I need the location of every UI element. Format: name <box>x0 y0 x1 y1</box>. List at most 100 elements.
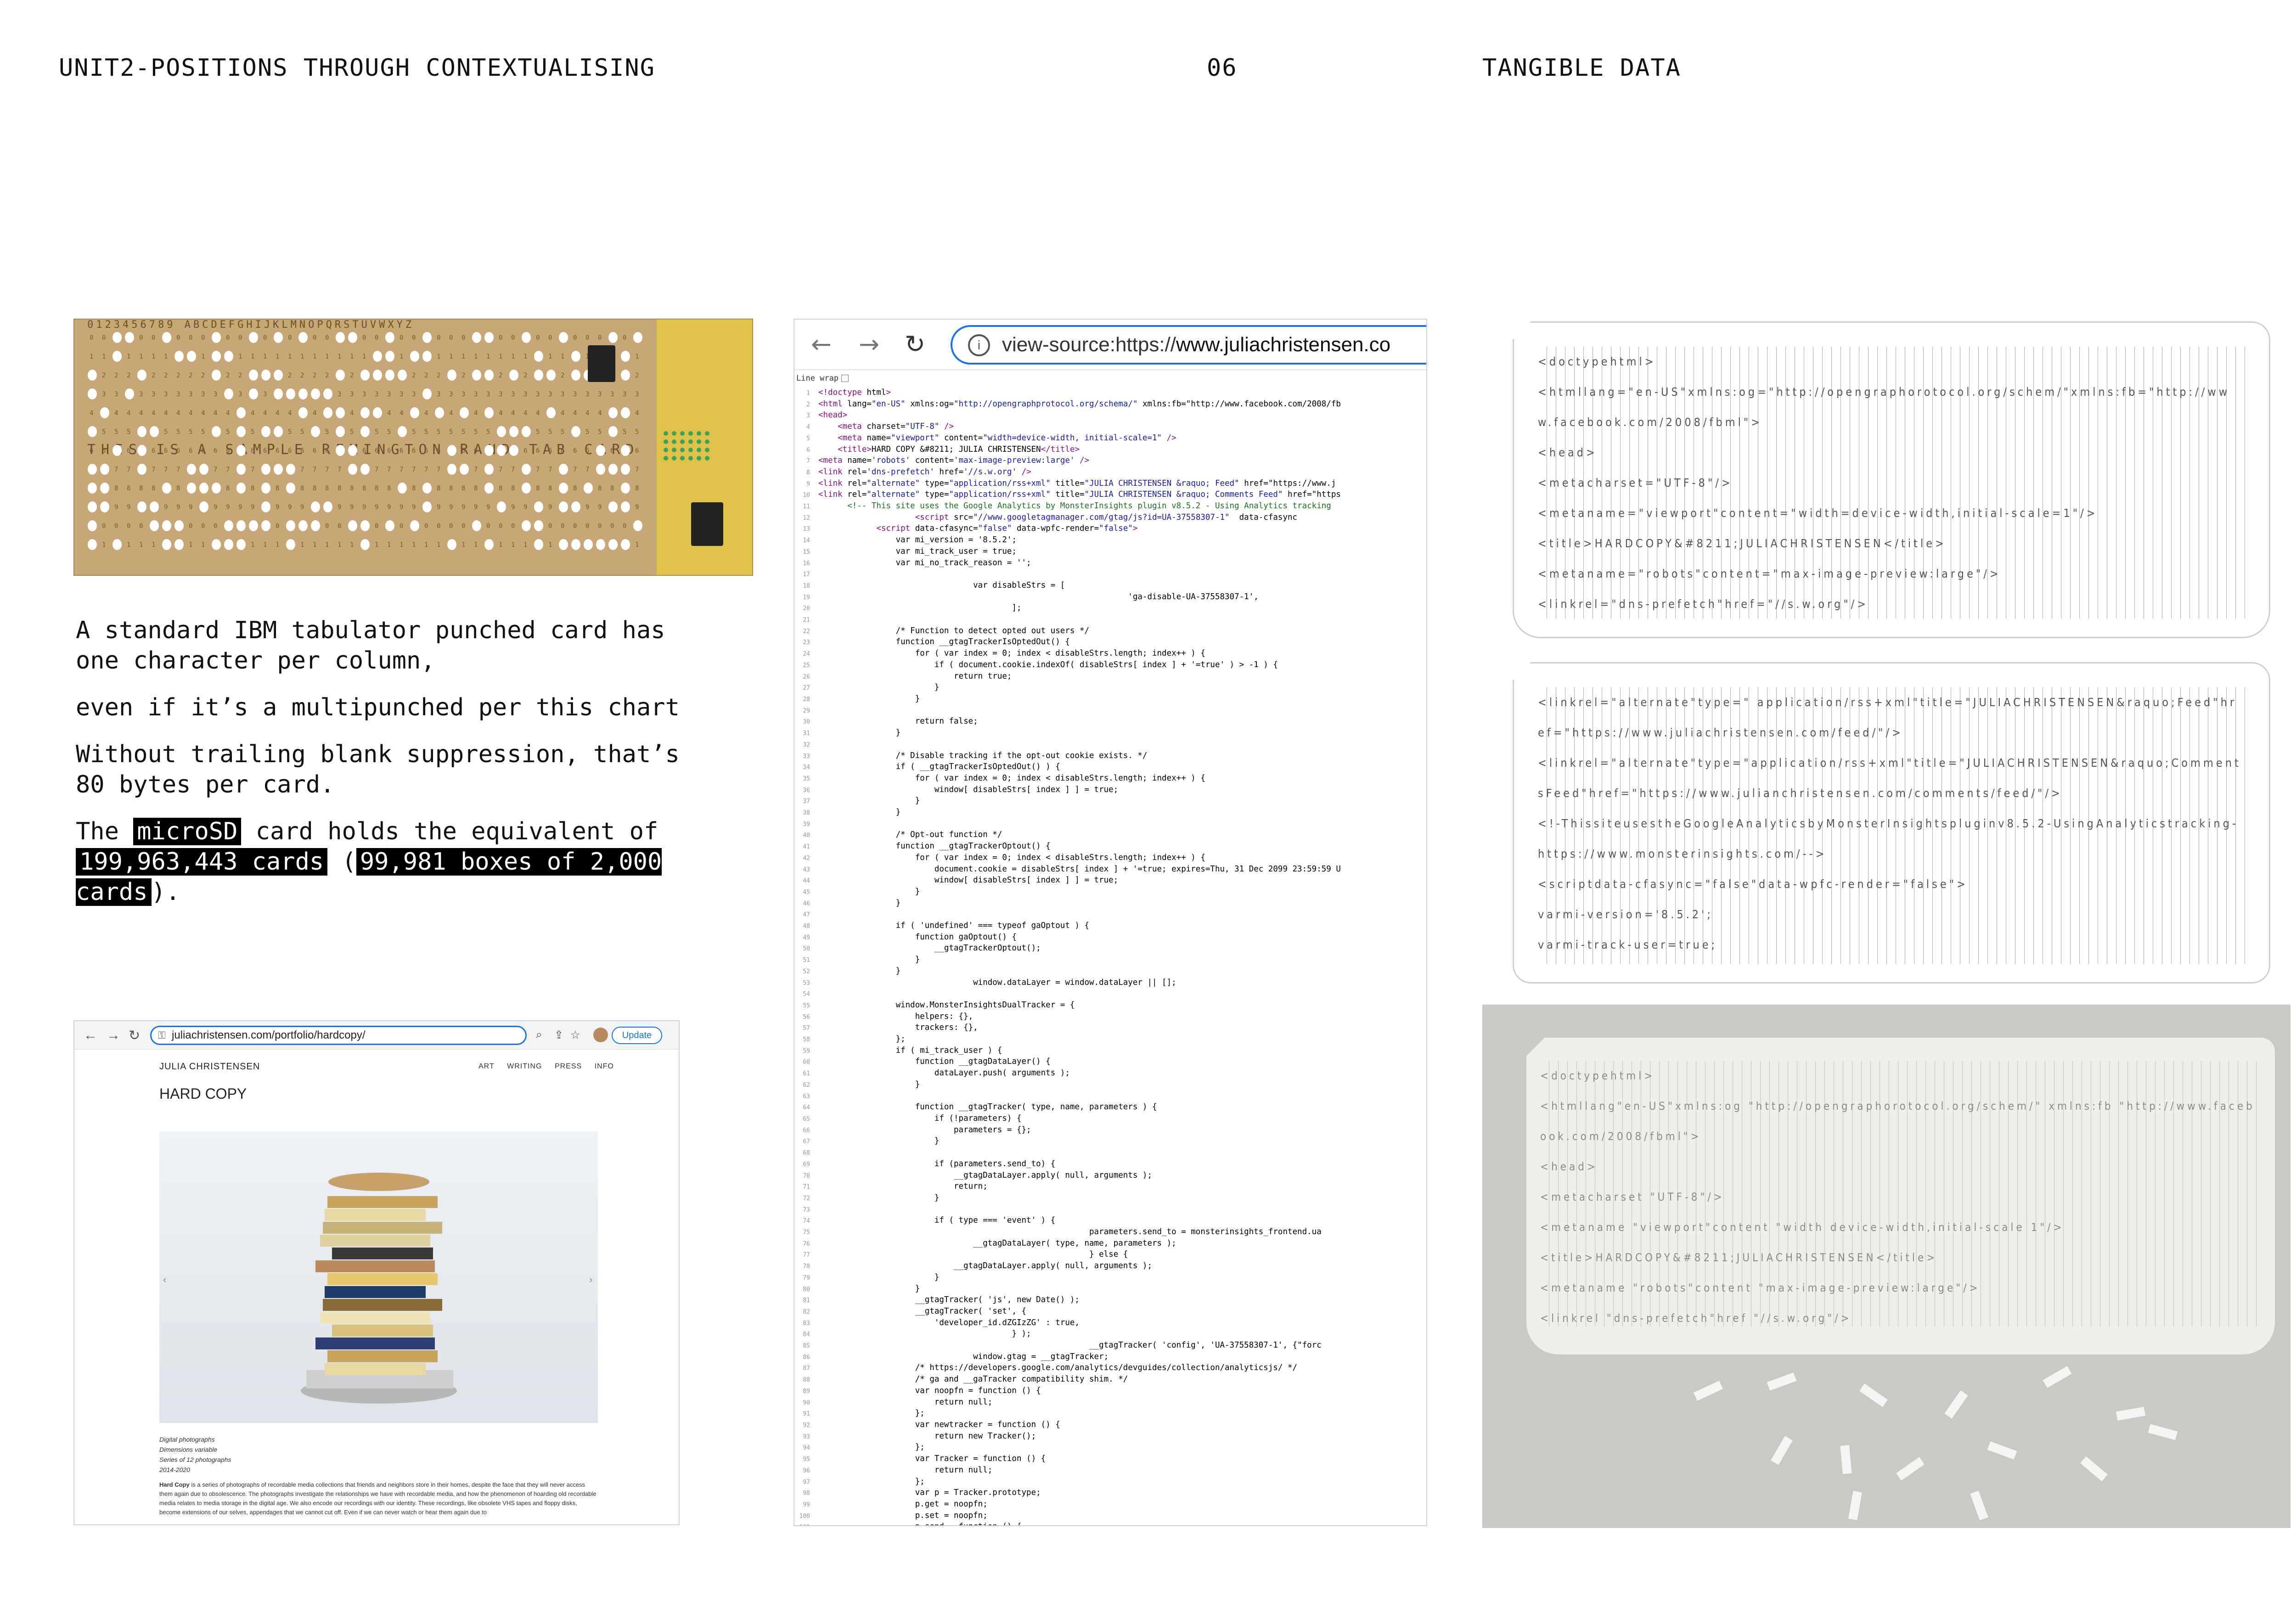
card-digit: 5 <box>251 428 254 436</box>
card-digit: 5 <box>176 428 180 436</box>
source-line: 47 <box>803 911 810 919</box>
punched-chip <box>1847 1490 1863 1521</box>
card-hole <box>236 445 246 456</box>
card-hole <box>137 464 146 475</box>
card-hole <box>261 370 270 381</box>
card-digit: 4 <box>263 410 267 417</box>
card-digit: 3 <box>189 391 192 398</box>
card-hole <box>224 539 233 550</box>
card-hole <box>236 539 246 550</box>
card-hole <box>224 351 233 362</box>
card-digit: 9 <box>449 504 453 511</box>
card-digit: 0 <box>585 523 589 530</box>
source-line: 7 <meta name='robots' content='max-image-… <box>806 456 1090 466</box>
source-line: 22 /* Function to detect opted out users… <box>803 626 1090 635</box>
card-digit: 0 <box>437 334 440 342</box>
card-digit: 1 <box>189 541 192 549</box>
address-bar-url: juliachristensen.com/portfolio/hardcopy/ <box>172 1029 366 1041</box>
source-line: 86 window.gtag = __gtagTracker; <box>803 1352 1109 1361</box>
card-hole <box>125 332 134 343</box>
card-digit: 3 <box>176 391 180 398</box>
card-digit: 7 <box>114 466 118 473</box>
avatar[interactable] <box>593 1028 608 1042</box>
source-line: 10 <link rel="alternate" type="applicatio… <box>803 490 1341 500</box>
card-digit: 9 <box>375 504 378 511</box>
carousel-prev-icon[interactable]: ‹ <box>163 1274 166 1285</box>
card-hole <box>559 464 568 475</box>
forward-arrow-icon[interactable]: → <box>107 1028 120 1043</box>
card-digit: 1 <box>338 541 341 549</box>
card-hole <box>360 464 370 475</box>
card-hole <box>249 520 258 531</box>
reload-icon[interactable]: ↻ <box>129 1028 140 1044</box>
carousel-next-icon[interactable]: › <box>589 1274 592 1285</box>
card-digit: 1 <box>635 541 639 549</box>
source-line: 17 <box>803 571 810 579</box>
back-arrow-icon[interactable]: ← <box>84 1028 97 1043</box>
card-hole <box>348 520 357 531</box>
search-icon[interactable]: ⌕ <box>536 1028 542 1041</box>
card-digit: 8 <box>127 485 130 492</box>
card-digit: 4 <box>598 410 602 417</box>
card-hole <box>621 501 630 512</box>
card-hole <box>150 520 159 531</box>
media-item <box>332 1325 433 1337</box>
card-hole <box>236 464 246 475</box>
source-line: 13 <script data-cfasync="false" data-wpf… <box>803 524 1138 534</box>
page-number: 06 <box>1207 54 1238 82</box>
card-digit: 5 <box>424 428 428 436</box>
card-digit: 1 <box>350 541 354 549</box>
source-line: 101 p.send = function () { <box>794 1522 1426 1525</box>
card-green-dot <box>705 456 709 461</box>
line-wrap-checkbox[interactable] <box>841 375 849 382</box>
forward-arrow-icon[interactable]: → <box>859 330 879 359</box>
card-digit: 3 <box>561 391 564 398</box>
source-line: 92 var newtracker = function () { <box>803 1420 1060 1429</box>
card-hole <box>88 464 97 475</box>
source-line: 30 return false; <box>803 717 978 726</box>
star-icon[interactable]: ☆ <box>570 1028 580 1042</box>
nav-press[interactable]: PRESS <box>555 1062 582 1070</box>
card-digit: 8 <box>635 485 639 492</box>
source-line: 44 window[ disableStrs[ index ] ] = true… <box>803 876 1119 885</box>
page-header-section: TANGIBLE DATA <box>1482 54 1681 82</box>
card-hole <box>187 464 196 475</box>
card-green-dot <box>705 439 709 444</box>
source-line: 58 }; <box>803 1034 906 1044</box>
back-arrow-icon[interactable]: ← <box>811 330 832 359</box>
nav-art[interactable]: ART <box>478 1062 495 1070</box>
card-digit: 6 <box>176 447 180 455</box>
card-digit: 0 <box>139 523 143 530</box>
card-hole <box>150 501 159 512</box>
card-hole <box>100 483 109 494</box>
card-digit: 4 <box>400 410 403 417</box>
source-toolbar: ← → ↻ i view-source:https://www.juliachri… <box>794 320 1426 370</box>
site-name[interactable]: JULIA CHRISTENSEN <box>159 1062 260 1072</box>
card-hole <box>348 332 357 343</box>
card-hole <box>497 426 506 437</box>
address-bar[interactable]: ⚿ juliachristensen.com/portfolio/hardcopy… <box>150 1026 527 1045</box>
card-digit: 5 <box>189 428 192 436</box>
card-green-dot <box>697 439 701 444</box>
card-hole <box>398 370 407 381</box>
card-digit: 4 <box>189 410 192 417</box>
share-icon[interactable]: ⇪ <box>554 1028 563 1042</box>
card-digit: 7 <box>152 466 155 473</box>
card-digit: 7 <box>400 466 403 473</box>
nav-info[interactable]: INFO <box>595 1062 614 1070</box>
card-digit: 0 <box>325 334 329 342</box>
card-hole <box>348 445 357 456</box>
source-address-bar[interactable]: i view-source:https://www.juliachristense… <box>951 325 1426 365</box>
line-wrap-toggle[interactable]: Line wrap <box>796 374 849 383</box>
card-digit: 5 <box>387 428 391 436</box>
nav-writing[interactable]: WRITING <box>507 1062 542 1070</box>
card-hole <box>559 332 568 343</box>
card-digit: 0 <box>152 334 155 342</box>
update-button[interactable]: Update <box>612 1027 662 1044</box>
source-line: 51 } <box>803 955 920 965</box>
card-hole <box>621 445 630 456</box>
card-digit: 2 <box>412 372 416 379</box>
card-code-line: <linkrel "dns-prefetch"href "//s.w.org"/… <box>1540 1312 1852 1325</box>
reload-icon[interactable]: ↻ <box>905 330 925 359</box>
card-digit: 4 <box>573 410 577 417</box>
